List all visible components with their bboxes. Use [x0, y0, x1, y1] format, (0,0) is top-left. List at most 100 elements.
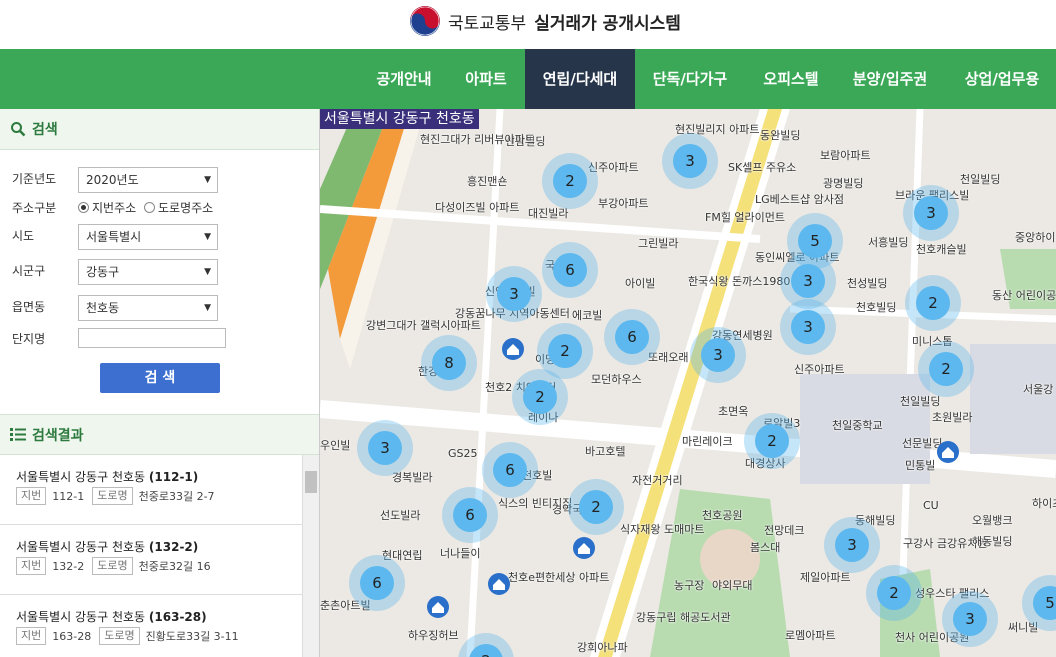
map-cluster[interactable]: 6	[482, 442, 538, 498]
map-cluster[interactable]: 2	[905, 275, 961, 331]
home-pin-icon[interactable]	[501, 338, 525, 362]
home-pin-icon[interactable]	[936, 441, 960, 465]
taegeuk-emblem-icon	[410, 6, 440, 36]
map-poi-label: 민통빌	[905, 459, 936, 472]
result-item[interactable]: 서울특별시 강동구 천호동 (163-28) 지번 163-28 도로명 진황도로33…	[0, 595, 302, 657]
map-cluster[interactable]: 2	[568, 479, 624, 535]
map-poi-label: 신주아파트	[794, 363, 845, 376]
cluster-count: 2	[548, 334, 582, 368]
map-cluster[interactable]: 3	[486, 266, 542, 322]
sigungu-select[interactable]: 강동구 ▼	[78, 259, 218, 285]
sigungu-row: 시군구 강동구 ▼	[12, 259, 312, 285]
cluster-count: 6	[615, 320, 649, 354]
map-poi-label: 중앙하이 아파트	[1015, 231, 1056, 244]
map-cluster[interactable]: 6	[442, 487, 498, 543]
sidebar: 검색 기준년도 2020년도 ▼ 주소구분 지번주소 도로명주소 시도 서울특별시…	[0, 109, 320, 657]
map-poi-label: 천일중학교	[832, 419, 883, 432]
cluster-count: 3	[497, 277, 531, 311]
addr-type-label: 주소구분	[12, 201, 57, 215]
map-cluster[interactable]: 3	[824, 517, 880, 573]
map-poi-label: 강동구립 해공도서관	[636, 611, 731, 624]
nav-item-detached[interactable]: 단독/다가구	[640, 49, 740, 109]
year-select[interactable]: 2020년도 ▼	[78, 167, 218, 193]
cluster-count: 2	[916, 286, 950, 320]
map-cluster[interactable]: 6	[542, 242, 598, 298]
map-poi-label: 로멤아파트	[785, 629, 836, 642]
nav-item-officetel[interactable]: 오피스텔	[750, 49, 832, 109]
cluster-count: 3	[835, 528, 869, 562]
cluster-count: 3	[368, 431, 402, 465]
cluster-count: 6	[553, 253, 587, 287]
map-poi-label: 모던하우스	[591, 373, 642, 386]
radio-jibun[interactable]	[78, 202, 89, 213]
cluster-count: 2	[877, 576, 911, 610]
logo[interactable]: 국토교통부 실거래가 공개시스템	[410, 6, 681, 36]
map-cluster[interactable]: 2	[542, 153, 598, 209]
results-scrollbar[interactable]	[302, 455, 319, 657]
map-poi-label: 자전거거리	[632, 474, 683, 487]
dong-select[interactable]: 천호동 ▼	[78, 295, 218, 321]
result-item[interactable]: 서울특별시 강동구 천호동 (132-2) 지번 132-2 도로명 천중로32길 1…	[0, 525, 302, 595]
nav-item-rowhouse[interactable]: 연립/다세대	[525, 49, 635, 109]
map-poi-label: 광명빌딩	[823, 177, 864, 190]
nav-item-apartment[interactable]: 아파트	[452, 49, 520, 109]
sido-select[interactable]: 서울특별시 ▼	[78, 224, 218, 250]
dong-row: 읍면동 천호동 ▼	[12, 295, 312, 321]
map-poi-label: 에코빌	[572, 309, 603, 322]
result-item[interactable]: 서울특별시 강동구 천호동 (112-1) 지번 112-1 도로명 천중로33길 2…	[0, 455, 302, 525]
map-poi-label: 야외무대	[712, 579, 753, 592]
cluster-count: 6	[453, 498, 487, 532]
dong-label: 읍면동	[12, 300, 46, 314]
scrollbar-thumb[interactable]	[305, 471, 317, 493]
cluster-count: 2	[523, 380, 557, 414]
map-poi-label: 전망데크	[764, 524, 805, 537]
map-cluster[interactable]: 2	[866, 565, 922, 621]
map[interactable]: 서울특별시 강동구 천호동 신암빌딩 현진빌리지 아파트 동완빌딩 현진그대가 …	[320, 109, 1056, 657]
map-poi-label: 초원빌라	[932, 411, 973, 424]
map-cluster[interactable]: 3	[690, 327, 746, 383]
map-poi-label: 동완빌딩	[760, 129, 801, 142]
home-pin-icon[interactable]	[572, 537, 596, 561]
header: 국토교통부 실거래가 공개시스템	[0, 0, 1056, 49]
complex-label: 단지명	[12, 332, 46, 346]
map-poi-label: 천호공원	[702, 509, 743, 522]
complex-input[interactable]	[78, 328, 226, 348]
map-cluster: 3	[780, 253, 836, 309]
complex-row: 단지명	[12, 327, 312, 351]
map-cluster[interactable]: 2	[918, 341, 974, 397]
results-section-header: 검색결과	[0, 414, 319, 455]
sido-label: 시도	[12, 229, 35, 243]
search-section-title: 검색	[32, 122, 58, 138]
map-cluster[interactable]: 3	[662, 133, 718, 189]
map-cluster[interactable]: 2	[512, 369, 568, 425]
home-pin-icon[interactable]	[426, 596, 450, 620]
map-cluster[interactable]: 6	[604, 309, 660, 365]
cluster-count: 8	[432, 346, 466, 380]
nav-item-notice[interactable]: 공개안내	[362, 49, 446, 109]
sido-row: 시도 서울특별시 ▼	[12, 224, 312, 250]
home-pin-icon[interactable]	[487, 573, 511, 597]
map-cluster[interactable]: 8	[421, 335, 477, 391]
map-cluster[interactable]: 2	[744, 413, 800, 469]
map-poi-label: 봄스대	[750, 541, 781, 554]
sigungu-label: 시군구	[12, 264, 46, 278]
map-poi-label: 천일빌딩	[900, 395, 941, 408]
ministry-name: 국토교통부	[448, 13, 527, 34]
search-button[interactable]: 검 색	[100, 363, 220, 393]
map-cluster[interactable]: 3	[942, 591, 998, 647]
map-poi-label: 보람아파트	[820, 149, 871, 162]
map-poi-label: 부강아파트	[598, 197, 649, 210]
cluster-count: 6	[493, 453, 527, 487]
map-cluster[interactable]: 3	[903, 185, 959, 241]
cluster-count: 3	[791, 264, 825, 298]
result-address: 지번 163-28 도로명 진황도로33길 3-11	[16, 627, 247, 645]
radio-road[interactable]	[144, 202, 155, 213]
map-cluster[interactable]: 6	[349, 555, 405, 611]
nav-item-commercial[interactable]: 상업/업무용	[952, 49, 1052, 109]
map-cluster[interactable]: 3	[357, 420, 413, 476]
result-title: 서울특별시 강동구 천호동 (112-1)	[16, 470, 199, 484]
map-poi-label: 식자재왕 도매마트	[620, 523, 705, 536]
nav-item-presale[interactable]: 분양/입주권	[840, 49, 940, 109]
chevron-down-icon: ▼	[204, 267, 211, 277]
radio-road-label: 도로명주소	[158, 201, 214, 215]
